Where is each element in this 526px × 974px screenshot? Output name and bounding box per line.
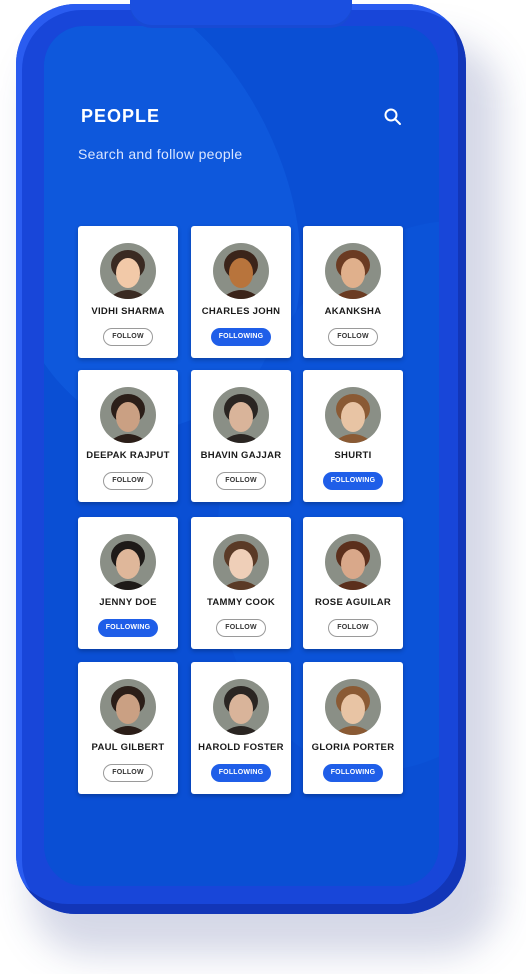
person-name: AKANKSHA (324, 306, 382, 317)
avatar (100, 387, 156, 443)
follow-button[interactable]: FOLLOW (216, 472, 266, 490)
following-button[interactable]: FOLLOWING (98, 619, 158, 637)
person-name: GLORIA PORTER (311, 742, 395, 753)
person-card[interactable]: AKANKSHA FOLLOW (303, 226, 403, 358)
person-name: CHARLES JOHN (201, 306, 281, 317)
following-button[interactable]: FOLLOWING (211, 328, 271, 346)
person-name: JENNY DOE (99, 597, 157, 608)
person-name: TAMMY COOK (206, 597, 276, 608)
follow-button[interactable]: FOLLOW (216, 619, 266, 637)
follow-button[interactable]: FOLLOW (328, 619, 378, 637)
person-card[interactable]: ROSE AGUILAR FOLLOW (303, 517, 403, 649)
person-card[interactable]: BHAVIN GAJJAR FOLLOW (191, 370, 291, 502)
search-icon[interactable] (382, 106, 404, 128)
person-name: DEEPAK RAJPUT (86, 450, 170, 461)
avatar (325, 387, 381, 443)
person-name: HAROLD FOSTER (198, 742, 284, 753)
avatar (325, 534, 381, 590)
person-name: PAUL GILBERT (91, 742, 165, 753)
person-card[interactable]: JENNY DOE FOLLOWING (78, 517, 178, 649)
avatar (325, 243, 381, 299)
following-button[interactable]: FOLLOWING (323, 472, 383, 490)
person-name: ROSE AGUILAR (314, 597, 392, 608)
person-name: VIDHI SHARMA (91, 306, 165, 317)
person-card[interactable]: CHARLES JOHN FOLLOWING (191, 226, 291, 358)
phone-notch (130, 0, 352, 28)
following-button[interactable]: FOLLOWING (211, 764, 271, 782)
follow-button[interactable]: FOLLOW (103, 328, 153, 346)
avatar (100, 243, 156, 299)
person-name: SHURTI (334, 450, 372, 461)
follow-button[interactable]: FOLLOW (103, 472, 153, 490)
follow-button[interactable]: FOLLOW (103, 764, 153, 782)
person-card[interactable]: HAROLD FOSTER FOLLOWING (191, 662, 291, 794)
avatar (100, 534, 156, 590)
avatar (213, 243, 269, 299)
avatar (100, 679, 156, 735)
person-card[interactable]: VIDHI SHARMA FOLLOW (78, 226, 178, 358)
page-title: PEOPLE (81, 106, 161, 126)
person-card[interactable]: SHURTI FOLLOWING (303, 370, 403, 502)
person-card[interactable]: DEEPAK RAJPUT FOLLOW (78, 370, 178, 502)
follow-button[interactable]: FOLLOW (328, 328, 378, 346)
person-card[interactable]: PAUL GILBERT FOLLOW (78, 662, 178, 794)
person-card[interactable]: GLORIA PORTER FOLLOWING (303, 662, 403, 794)
page-subtitle: Search and follow people (78, 146, 243, 162)
avatar (325, 679, 381, 735)
avatar (213, 534, 269, 590)
avatar (213, 679, 269, 735)
person-name: BHAVIN GAJJAR (200, 450, 282, 461)
following-button[interactable]: FOLLOWING (323, 764, 383, 782)
avatar (213, 387, 269, 443)
person-card[interactable]: TAMMY COOK FOLLOW (191, 517, 291, 649)
